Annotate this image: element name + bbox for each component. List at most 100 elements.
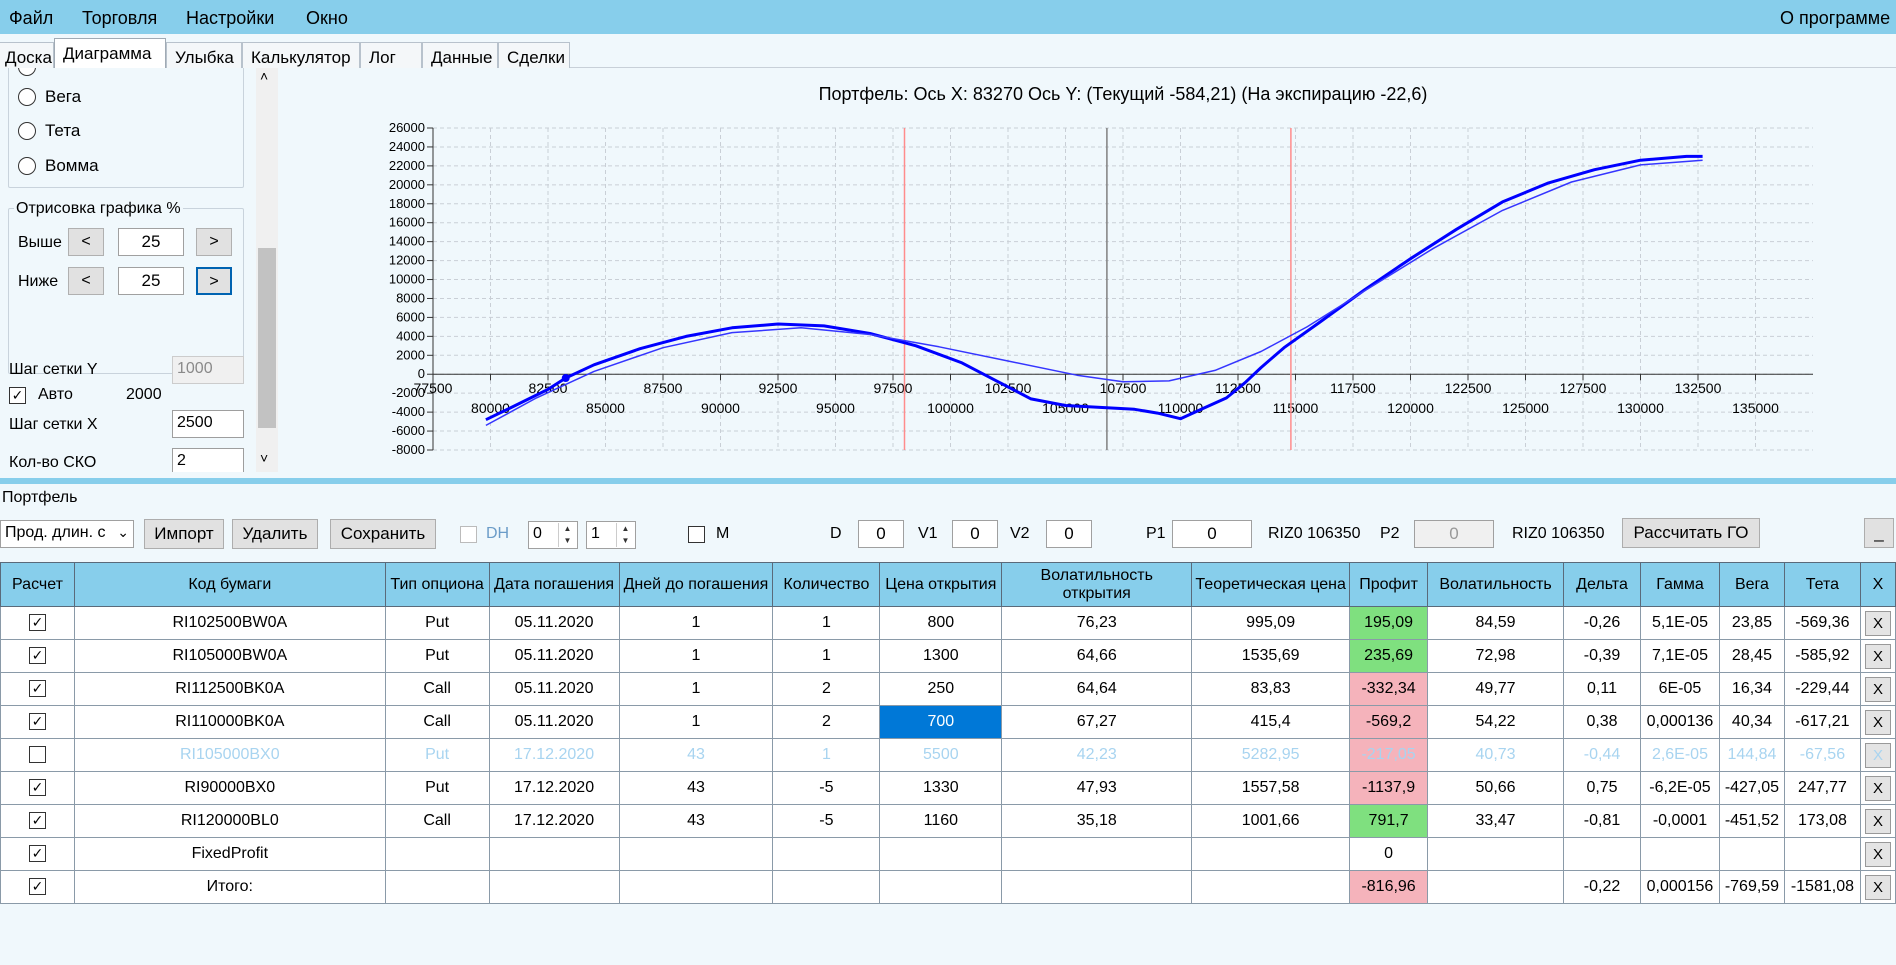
- table-cell[interactable]: 0,38: [1563, 705, 1641, 739]
- calc-checkbox-cell[interactable]: ✓: [0, 771, 75, 805]
- spin-down-icon[interactable]: ▼: [559, 535, 576, 547]
- table-cell[interactable]: [772, 870, 881, 904]
- calc-checkbox-cell[interactable]: ✓: [0, 705, 75, 739]
- below-decrease-button[interactable]: <: [68, 267, 104, 295]
- calc-checkbox[interactable]: ✓: [28, 680, 46, 698]
- table-cell[interactable]: 0: [1349, 837, 1429, 871]
- table-cell[interactable]: Call: [384, 804, 490, 838]
- table-cell[interactable]: 47,93: [1001, 771, 1193, 805]
- remove-row-button[interactable]: X: [1864, 775, 1891, 801]
- table-cell[interactable]: 64,64: [1001, 672, 1193, 706]
- table-cell[interactable]: 5,1E-05: [1639, 606, 1720, 640]
- table-cell[interactable]: 0,11: [1563, 672, 1641, 706]
- table-cell[interactable]: 43: [618, 771, 774, 805]
- table-cell[interactable]: -569,2: [1349, 705, 1429, 739]
- remove-row-button[interactable]: X: [1864, 808, 1891, 834]
- table-row[interactable]: ✓ RI105000BW0A Put 05.11.2020 1 1 1300 64,66 153…: [0, 639, 1896, 673]
- radio-vomma[interactable]: Вомма: [18, 155, 99, 177]
- radio-hidden[interactable]: [18, 68, 45, 78]
- menu-about[interactable]: О программе: [1780, 8, 1890, 29]
- column-header[interactable]: Количество: [772, 562, 881, 607]
- table-cell[interactable]: -617,21: [1783, 705, 1861, 739]
- table-cell[interactable]: 1557,58: [1191, 771, 1351, 805]
- table-cell[interactable]: RI90000BX0: [73, 771, 386, 805]
- calc-go-button[interactable]: Рассчитать ГО: [1622, 518, 1760, 548]
- table-cell[interactable]: -217,05: [1349, 738, 1429, 772]
- table-cell[interactable]: 43: [618, 804, 774, 838]
- tab-chart[interactable]: Диаграмма: [54, 38, 166, 69]
- table-cell[interactable]: -451,52: [1718, 804, 1785, 838]
- p1-field[interactable]: 0: [1172, 520, 1252, 548]
- grid-y-field[interactable]: 1000: [172, 356, 244, 384]
- column-header[interactable]: Дата погашения: [488, 562, 620, 607]
- table-cell[interactable]: -569,36: [1783, 606, 1861, 640]
- table-cell[interactable]: -332,34: [1349, 672, 1429, 706]
- table-cell[interactable]: 67,27: [1001, 705, 1193, 739]
- sko-field[interactable]: 2: [172, 448, 244, 472]
- spin-down-icon[interactable]: ▼: [617, 535, 634, 547]
- column-header[interactable]: Расчет: [0, 562, 75, 607]
- above-decrease-button[interactable]: <: [68, 228, 104, 256]
- column-header[interactable]: Цена открытия: [879, 562, 1003, 607]
- table-cell[interactable]: 5500: [879, 738, 1003, 772]
- column-header[interactable]: Профит: [1349, 562, 1429, 607]
- table-row[interactable]: RI105000BX0 Put 17.12.2020 43 1 5500 42,23 5282…: [0, 738, 1896, 772]
- remove-row-button[interactable]: X: [1864, 610, 1891, 636]
- v1-field[interactable]: 0: [952, 520, 998, 548]
- table-row[interactable]: ✓ RI90000BX0 Put 17.12.2020 43 -5 1330 47,93 155…: [0, 771, 1896, 805]
- spin-a[interactable]: 0 ▲ ▼: [528, 521, 578, 549]
- v2-field[interactable]: 0: [1046, 520, 1092, 548]
- calc-checkbox-cell[interactable]: ✓: [0, 837, 75, 871]
- table-cell[interactable]: 1: [618, 639, 774, 673]
- spin-b[interactable]: 1 ▲ ▼: [586, 521, 636, 549]
- scroll-thumb[interactable]: [258, 248, 276, 428]
- table-cell[interactable]: 17.12.2020: [488, 738, 620, 772]
- table-cell[interactable]: [1001, 870, 1193, 904]
- column-header[interactable]: Волатильность: [1427, 562, 1565, 607]
- table-cell[interactable]: Put: [384, 738, 490, 772]
- table-cell[interactable]: Put: [384, 771, 490, 805]
- calc-checkbox-cell[interactable]: ✓: [0, 870, 75, 904]
- table-cell[interactable]: 195,09: [1349, 606, 1429, 640]
- table-cell[interactable]: [1191, 837, 1351, 871]
- column-header[interactable]: Дней до погашения: [618, 562, 774, 607]
- table-cell[interactable]: 247,77: [1783, 771, 1861, 805]
- minimize-button[interactable]: _: [1864, 518, 1894, 548]
- table-cell[interactable]: Call: [384, 705, 490, 739]
- auto-checkbox[interactable]: ✓: [9, 387, 26, 404]
- table-cell[interactable]: -5: [772, 804, 881, 838]
- table-cell[interactable]: [1427, 870, 1565, 904]
- table-cell[interactable]: 43: [618, 738, 774, 772]
- table-cell[interactable]: 54,22: [1427, 705, 1565, 739]
- grid-x-field[interactable]: 2500: [172, 410, 244, 438]
- table-cell[interactable]: -5: [772, 771, 881, 805]
- calc-checkbox[interactable]: ✓: [28, 845, 46, 863]
- table-cell[interactable]: 235,69: [1349, 639, 1429, 673]
- table-cell[interactable]: [384, 837, 490, 871]
- calc-checkbox[interactable]: ✓: [28, 614, 46, 632]
- table-cell[interactable]: 144,84: [1718, 738, 1785, 772]
- table-cell[interactable]: -585,92: [1783, 639, 1861, 673]
- table-cell[interactable]: 1: [618, 672, 774, 706]
- column-header[interactable]: Код бумаги: [73, 562, 386, 607]
- table-cell[interactable]: 700: [879, 705, 1003, 739]
- table-cell[interactable]: -0,26: [1563, 606, 1641, 640]
- table-cell[interactable]: 2: [772, 705, 881, 739]
- table-cell[interactable]: -769,59: [1718, 870, 1785, 904]
- table-cell[interactable]: 1: [772, 738, 881, 772]
- tab-log[interactable]: Лог: [360, 42, 422, 68]
- table-cell[interactable]: 05.11.2020: [488, 639, 620, 673]
- table-cell[interactable]: [1639, 837, 1720, 871]
- table-cell[interactable]: 0,75: [1563, 771, 1641, 805]
- table-cell[interactable]: 33,47: [1427, 804, 1565, 838]
- table-cell[interactable]: -427,05: [1718, 771, 1785, 805]
- column-header[interactable]: Теоретическая цена: [1191, 562, 1351, 607]
- table-cell[interactable]: 800: [879, 606, 1003, 640]
- scroll-up-icon[interactable]: ˄: [260, 68, 268, 84]
- above-increase-button[interactable]: >: [196, 228, 232, 256]
- table-cell[interactable]: [1427, 837, 1565, 871]
- remove-row-button[interactable]: X: [1864, 676, 1891, 702]
- table-cell[interactable]: RI120000BL0: [73, 804, 386, 838]
- table-cell[interactable]: 16,34: [1718, 672, 1785, 706]
- table-row[interactable]: ✓ RI112500BK0A Call 05.11.2020 1 2 250 64,64 83,…: [0, 672, 1896, 706]
